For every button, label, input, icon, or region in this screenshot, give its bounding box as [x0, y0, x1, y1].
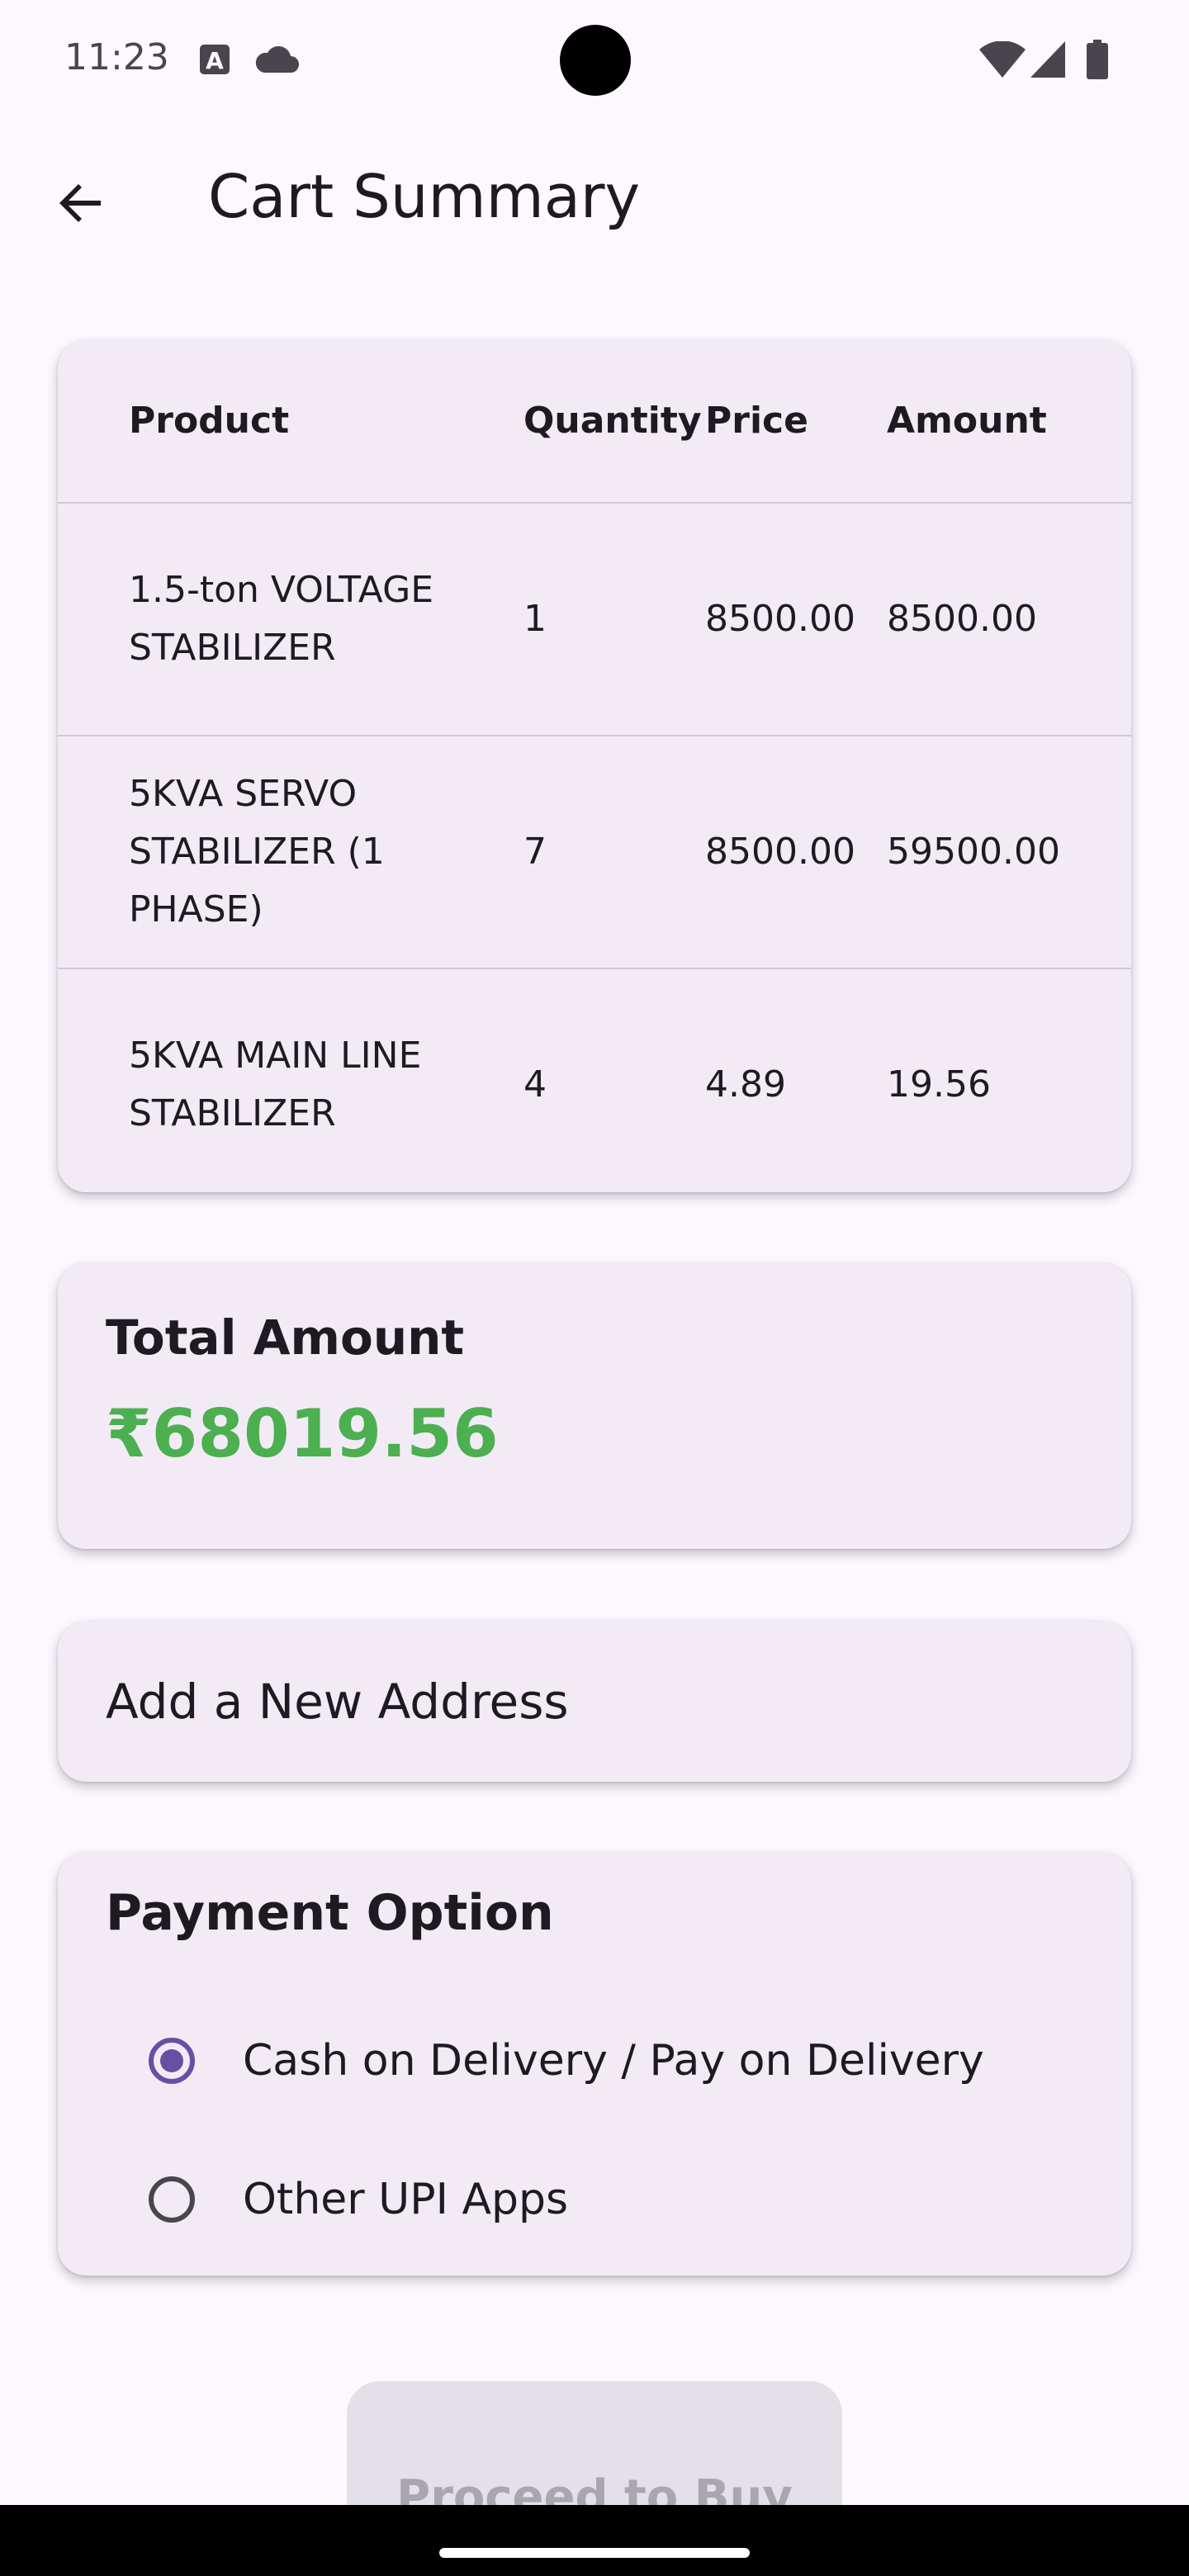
page-title: Cart Summary [208, 162, 641, 231]
add-address-card[interactable]: Add a New Address [58, 1622, 1131, 1782]
cell-price: 8500.00 [705, 598, 855, 640]
payment-option-title: Payment Option [106, 1884, 554, 1942]
payment-option-card: Payment Option Cash on Delivery / Pay on… [58, 1853, 1131, 2275]
status-bar: 11:23 A [0, 0, 1189, 116]
cell-product: 1.5-ton VOLTAGE STABILIZER [129, 569, 433, 669]
arrow-back-icon [54, 177, 107, 233]
cell-amount: 8500.00 [887, 598, 1037, 640]
system-navigation-bar [0, 2505, 1189, 2576]
table-header: Product Quantity Price Amount [58, 340, 1131, 504]
cloud-icon [254, 45, 299, 78]
cellular-signal-icon [1030, 41, 1065, 81]
cell-product: 5KVA SERVO STABILIZER (1 PHASE) [129, 773, 385, 930]
cell-product: 5KVA MAIN LINE STABILIZER [129, 1035, 422, 1134]
header-amount: Amount [887, 400, 1047, 442]
header-price: Price [705, 400, 808, 442]
payment-option-cod[interactable]: Cash on Delivery / Pay on Delivery [149, 2011, 1098, 2110]
gesture-handle[interactable] [439, 2548, 750, 2558]
cart-table-card: Product Quantity Price Amount 1.5-ton VO… [58, 340, 1131, 1192]
radio-unselected-icon[interactable] [149, 2176, 195, 2223]
add-address-label: Add a New Address [106, 1674, 569, 1730]
battery-icon [1087, 40, 1108, 83]
cell-quantity: 1 [523, 598, 547, 640]
back-button[interactable] [41, 165, 121, 244]
cell-quantity: 7 [523, 831, 547, 873]
cell-price: 8500.00 [705, 831, 855, 873]
total-amount-value: ₹68019.56 [106, 1395, 499, 1472]
cell-amount: 19.56 [887, 1063, 991, 1106]
keyboard-a-icon: A [198, 43, 231, 79]
status-time: 11:23 [64, 36, 169, 78]
payment-option-label: Other UPI Apps [243, 2175, 569, 2224]
total-amount-label: Total Amount [106, 1309, 465, 1366]
wifi-icon [979, 40, 1026, 81]
cell-quantity: 4 [523, 1063, 547, 1106]
svg-text:A: A [206, 47, 224, 74]
table-row: 1.5-ton VOLTAGE STABILIZER 1 8500.00 850… [58, 504, 1131, 736]
cell-price: 4.89 [705, 1063, 786, 1106]
table-row: 5KVA MAIN LINE STABILIZER 4 4.89 19.56 [58, 969, 1131, 1192]
front-camera [560, 25, 631, 96]
top-app-bar: Cart Summary [0, 140, 1189, 256]
payment-option-upi[interactable]: Other UPI Apps [149, 2150, 1098, 2249]
cell-amount: 59500.00 [887, 831, 1060, 873]
header-quantity: Quantity [523, 400, 702, 442]
header-product: Product [129, 400, 290, 442]
total-amount-card: Total Amount ₹68019.56 [58, 1263, 1131, 1549]
payment-option-label: Cash on Delivery / Pay on Delivery [243, 2036, 984, 2086]
radio-selected-icon[interactable] [149, 2038, 195, 2084]
table-row: 5KVA SERVO STABILIZER (1 PHASE) 7 8500.0… [58, 736, 1131, 969]
